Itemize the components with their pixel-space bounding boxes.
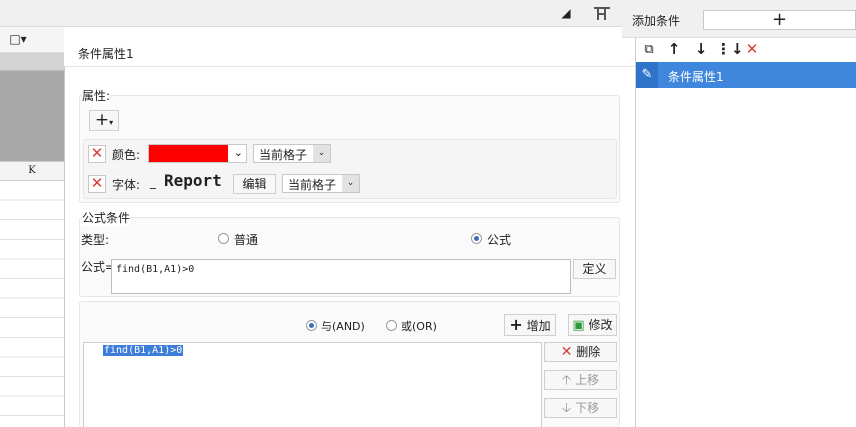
sheet-header-area	[0, 71, 64, 161]
edit-font-button[interactable]: 编辑	[233, 174, 276, 194]
add-property-button[interactable]: +▾	[89, 110, 119, 131]
format-painter-icon[interactable]: ◢	[557, 5, 575, 21]
color-swatch	[149, 145, 228, 162]
add-condition-button[interactable]: + 增加	[504, 314, 556, 336]
remove-color-icon[interactable]: ✕	[88, 145, 106, 163]
type-formula-label[interactable]: 公式	[487, 231, 511, 248]
font-preview: _ Report	[148, 171, 228, 194]
chevron-down-icon: ⌄	[233, 146, 243, 159]
add-condition-plus-button[interactable]: +	[703, 10, 856, 30]
or-radio[interactable]	[386, 320, 397, 331]
move-down-button[interactable]: 🡣 下移	[544, 398, 617, 418]
color-scope-value: 当前格子	[259, 148, 308, 162]
sheet-toolbar: □▾	[0, 27, 64, 53]
font-scope-select[interactable]: 当前格子 ⌄	[282, 174, 360, 193]
plus-icon: +	[771, 9, 788, 30]
modify-condition-label: 修改	[588, 318, 613, 332]
color-picker[interactable]: ⌄	[148, 144, 247, 163]
freeze-panes-icon[interactable]	[592, 5, 612, 24]
color-label: 颜色:	[112, 148, 141, 162]
formula-section-label: 公式条件	[82, 209, 131, 226]
or-label[interactable]: 或(OR)	[401, 318, 437, 334]
move-bottom-icon[interactable]: ⋮↓	[716, 41, 744, 57]
font-preview-text: Report	[164, 171, 222, 190]
font-scope-value: 当前格子	[288, 178, 337, 192]
dialog-title-bar: 条件属性1	[64, 38, 635, 67]
type-normal-radio[interactable]	[218, 233, 229, 244]
arrow-up-icon: 🡡	[561, 373, 572, 388]
condition-list-item-selected[interactable]: ✎ 条件属性1	[636, 62, 856, 88]
arrow-down-icon: 🡣	[561, 401, 572, 416]
move-down-label: 下移	[575, 401, 600, 415]
add-condition-label: 增加	[526, 319, 551, 333]
modify-condition-button[interactable]: ▣ 修改	[568, 314, 617, 336]
plus-icon: +	[94, 110, 110, 130]
condition-list-item[interactable]: find(B1,A1)>0	[103, 345, 184, 356]
move-up-button[interactable]: 🡡 上移	[544, 370, 617, 390]
move-up-label: 上移	[575, 373, 600, 387]
property-section-label: 属性:	[82, 87, 111, 104]
remove-font-icon[interactable]: ✕	[88, 175, 106, 193]
chevron-down-icon: ⌄	[342, 175, 359, 192]
font-label: 字体:	[112, 178, 141, 192]
plus-icon: +	[509, 315, 523, 334]
formula-label: 公式=	[81, 260, 116, 274]
type-formula-radio[interactable]	[471, 233, 482, 244]
delete-condition-button[interactable]: ✕ 删除	[544, 342, 617, 362]
border-style-icon[interactable]: □▾	[6, 31, 30, 47]
formula-input[interactable]: find(B1,A1)>0	[111, 259, 571, 294]
copy-icon[interactable]: ⧉	[640, 42, 658, 58]
add-condition-title: 添加条件	[632, 14, 681, 28]
define-button[interactable]: 定义	[573, 259, 616, 279]
delete-icon: ✕	[560, 344, 573, 360]
delete-condition-label: 删除	[576, 345, 601, 359]
type-label: 类型:	[81, 233, 110, 247]
type-normal-label[interactable]: 普通	[234, 231, 258, 248]
formula-input-value: find(B1,A1)>0	[116, 264, 195, 275]
and-radio[interactable]	[306, 320, 317, 331]
arrow-down-icon[interactable]: ↓	[692, 41, 710, 57]
modify-icon: ▣	[572, 318, 585, 333]
dialog-title: 条件属性1	[78, 47, 134, 61]
ruler	[0, 53, 64, 71]
column-header[interactable]: K	[0, 161, 64, 181]
condition-toolbar: ⧉ ↑ ↓ ⋮↓ ✕	[636, 38, 856, 61]
and-label[interactable]: 与(AND)	[321, 318, 365, 334]
arrow-up-icon[interactable]: ↑	[665, 41, 683, 57]
condition-list[interactable]: find(B1,A1)>0	[83, 342, 542, 427]
color-scope-select[interactable]: 当前格子 ⌄	[253, 144, 331, 163]
pencil-icon: ✎	[636, 62, 658, 88]
chevron-down-icon: ▾	[109, 118, 114, 127]
add-condition-header: 添加条件 +	[622, 0, 856, 38]
font-preview-prefix: _	[150, 175, 156, 189]
condition-list-item-label: 条件属性1	[668, 70, 724, 84]
delete-icon[interactable]: ✕	[743, 41, 761, 57]
sheet-grid[interactable]	[0, 181, 64, 427]
chevron-down-icon: ⌄	[313, 145, 330, 162]
